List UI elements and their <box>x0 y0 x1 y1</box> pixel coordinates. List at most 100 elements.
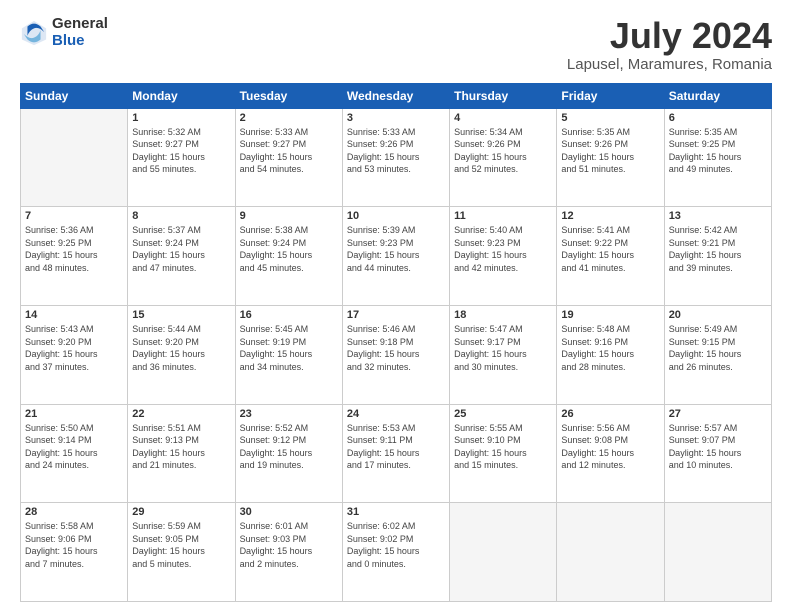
logo-text: General Blue <box>52 16 108 49</box>
day-info: Sunrise: 5:40 AMSunset: 9:23 PMDaylight:… <box>454 224 552 274</box>
day-number: 21 <box>25 408 123 420</box>
day-info: Sunrise: 5:52 AMSunset: 9:12 PMDaylight:… <box>240 422 338 472</box>
day-number: 9 <box>240 210 338 222</box>
day-info: Sunrise: 5:57 AMSunset: 9:07 PMDaylight:… <box>669 422 767 472</box>
calendar-cell <box>664 503 771 602</box>
calendar-cell: 10 Sunrise: 5:39 AMSunset: 9:23 PMDayligh… <box>342 207 449 306</box>
day-info: Sunrise: 6:02 AMSunset: 9:02 PMDaylight:… <box>347 520 445 570</box>
day-info: Sunrise: 5:55 AMSunset: 9:10 PMDaylight:… <box>454 422 552 472</box>
calendar-cell: 2 Sunrise: 5:33 AMSunset: 9:27 PMDaylight… <box>235 108 342 207</box>
day-info: Sunrise: 5:35 AMSunset: 9:25 PMDaylight:… <box>669 126 767 176</box>
weekday-header: Wednesday <box>342 83 449 108</box>
day-number: 23 <box>240 408 338 420</box>
day-number: 18 <box>454 309 552 321</box>
calendar-header-row: SundayMondayTuesdayWednesdayThursdayFrid… <box>21 83 772 108</box>
calendar-cell: 4Sunrise: 5:34 AMSunset: 9:26 PMDaylight… <box>450 108 557 207</box>
calendar-cell: 20Sunrise: 5:49 AMSunset: 9:15 PMDayligh… <box>664 305 771 404</box>
weekday-header: Thursday <box>450 83 557 108</box>
calendar-cell <box>557 503 664 602</box>
calendar-cell: 24Sunrise: 5:53 AMSunset: 9:11 PMDayligh… <box>342 404 449 503</box>
calendar-cell: 23 Sunrise: 5:52 AMSunset: 9:12 PMDayligh… <box>235 404 342 503</box>
calendar-cell: 11 Sunrise: 5:40 AMSunset: 9:23 PMDayligh… <box>450 207 557 306</box>
day-number: 14 <box>25 309 123 321</box>
calendar-week-row: 7 Sunrise: 5:36 AMSunset: 9:25 PMDaylight… <box>21 207 772 306</box>
calendar-cell: 25 Sunrise: 5:55 AMSunset: 9:10 PMDayligh… <box>450 404 557 503</box>
calendar-table: SundayMondayTuesdayWednesdayThursdayFrid… <box>20 83 772 602</box>
day-number: 17 <box>347 309 445 321</box>
day-number: 6 <box>669 112 767 124</box>
day-number: 1 <box>132 112 230 124</box>
calendar-cell: 22 Sunrise: 5:51 AMSunset: 9:13 PMDayligh… <box>128 404 235 503</box>
calendar-cell: 13 Sunrise: 5:42 AMSunset: 9:21 PMDayligh… <box>664 207 771 306</box>
logo-blue-text: Blue <box>52 33 108 50</box>
day-number: 13 <box>669 210 767 222</box>
calendar-week-row: 14 Sunrise: 5:43 AMSunset: 9:20 PMDayligh… <box>21 305 772 404</box>
day-info: Sunrise: 5:37 AMSunset: 9:24 PMDaylight:… <box>132 224 230 274</box>
calendar-cell: 27 Sunrise: 5:57 AMSunset: 9:07 PMDayligh… <box>664 404 771 503</box>
calendar-cell <box>21 108 128 207</box>
calendar-cell: 1 Sunrise: 5:32 AMSunset: 9:27 PMDaylight… <box>128 108 235 207</box>
day-info: Sunrise: 5:41 AMSunset: 9:22 PMDaylight:… <box>561 224 659 274</box>
calendar-cell: 7 Sunrise: 5:36 AMSunset: 9:25 PMDaylight… <box>21 207 128 306</box>
calendar-cell: 26Sunrise: 5:56 AMSunset: 9:08 PMDayligh… <box>557 404 664 503</box>
day-number: 12 <box>561 210 659 222</box>
calendar-cell: 9 Sunrise: 5:38 AMSunset: 9:24 PMDaylight… <box>235 207 342 306</box>
day-info: Sunrise: 5:53 AMSunset: 9:11 PMDaylight:… <box>347 422 445 472</box>
day-number: 3 <box>347 112 445 124</box>
day-number: 2 <box>240 112 338 124</box>
day-info: Sunrise: 5:39 AMSunset: 9:23 PMDaylight:… <box>347 224 445 274</box>
day-number: 5 <box>561 112 659 124</box>
day-number: 10 <box>347 210 445 222</box>
day-info: Sunrise: 5:58 AMSunset: 9:06 PMDaylight:… <box>25 520 123 570</box>
day-info: Sunrise: 5:48 AMSunset: 9:16 PMDaylight:… <box>561 323 659 373</box>
day-number: 25 <box>454 408 552 420</box>
day-number: 28 <box>25 506 123 518</box>
day-info: Sunrise: 5:32 AMSunset: 9:27 PMDaylight:… <box>132 126 230 176</box>
day-info: Sunrise: 5:56 AMSunset: 9:08 PMDaylight:… <box>561 422 659 472</box>
day-info: Sunrise: 5:36 AMSunset: 9:25 PMDaylight:… <box>25 224 123 274</box>
day-number: 4 <box>454 112 552 124</box>
calendar-cell: 30Sunrise: 6:01 AMSunset: 9:03 PMDayligh… <box>235 503 342 602</box>
day-number: 8 <box>132 210 230 222</box>
day-number: 29 <box>132 506 230 518</box>
weekday-header: Sunday <box>21 83 128 108</box>
day-number: 19 <box>561 309 659 321</box>
day-info: Sunrise: 5:42 AMSunset: 9:21 PMDaylight:… <box>669 224 767 274</box>
calendar-cell: 17Sunrise: 5:46 AMSunset: 9:18 PMDayligh… <box>342 305 449 404</box>
weekday-header: Tuesday <box>235 83 342 108</box>
day-number: 7 <box>25 210 123 222</box>
day-info: Sunrise: 5:33 AMSunset: 9:26 PMDaylight:… <box>347 126 445 176</box>
page: General Blue July 2024 Lapusel, Maramure… <box>0 0 792 612</box>
day-info: Sunrise: 5:47 AMSunset: 9:17 PMDaylight:… <box>454 323 552 373</box>
calendar-cell: 5 Sunrise: 5:35 AMSunset: 9:26 PMDaylight… <box>557 108 664 207</box>
calendar-cell: 29 Sunrise: 5:59 AMSunset: 9:05 PMDayligh… <box>128 503 235 602</box>
day-info: Sunrise: 5:35 AMSunset: 9:26 PMDaylight:… <box>561 126 659 176</box>
day-number: 16 <box>240 309 338 321</box>
day-info: Sunrise: 5:51 AMSunset: 9:13 PMDaylight:… <box>132 422 230 472</box>
day-info: Sunrise: 5:38 AMSunset: 9:24 PMDaylight:… <box>240 224 338 274</box>
day-number: 15 <box>132 309 230 321</box>
day-info: Sunrise: 6:01 AMSunset: 9:03 PMDaylight:… <box>240 520 338 570</box>
calendar-week-row: 28 Sunrise: 5:58 AMSunset: 9:06 PMDayligh… <box>21 503 772 602</box>
subtitle: Lapusel, Maramures, Romania <box>567 56 772 73</box>
day-number: 20 <box>669 309 767 321</box>
calendar-cell: 19 Sunrise: 5:48 AMSunset: 9:16 PMDayligh… <box>557 305 664 404</box>
main-title: July 2024 <box>567 16 772 56</box>
calendar-cell: 18 Sunrise: 5:47 AMSunset: 9:17 PMDayligh… <box>450 305 557 404</box>
day-number: 27 <box>669 408 767 420</box>
day-info: Sunrise: 5:44 AMSunset: 9:20 PMDaylight:… <box>132 323 230 373</box>
weekday-header: Saturday <box>664 83 771 108</box>
calendar-cell: 15 Sunrise: 5:44 AMSunset: 9:20 PMDayligh… <box>128 305 235 404</box>
calendar-cell: 16Sunrise: 5:45 AMSunset: 9:19 PMDayligh… <box>235 305 342 404</box>
day-info: Sunrise: 5:59 AMSunset: 9:05 PMDaylight:… <box>132 520 230 570</box>
calendar-cell: 14 Sunrise: 5:43 AMSunset: 9:20 PMDayligh… <box>21 305 128 404</box>
calendar-cell: 31Sunrise: 6:02 AMSunset: 9:02 PMDayligh… <box>342 503 449 602</box>
day-info: Sunrise: 5:43 AMSunset: 9:20 PMDaylight:… <box>25 323 123 373</box>
header: General Blue July 2024 Lapusel, Maramure… <box>20 16 772 73</box>
day-number: 11 <box>454 210 552 222</box>
day-info: Sunrise: 5:33 AMSunset: 9:27 PMDaylight:… <box>240 126 338 176</box>
calendar-cell: 8 Sunrise: 5:37 AMSunset: 9:24 PMDaylight… <box>128 207 235 306</box>
day-number: 22 <box>132 408 230 420</box>
calendar-week-row: 21Sunrise: 5:50 AMSunset: 9:14 PMDayligh… <box>21 404 772 503</box>
calendar-cell: 21Sunrise: 5:50 AMSunset: 9:14 PMDayligh… <box>21 404 128 503</box>
